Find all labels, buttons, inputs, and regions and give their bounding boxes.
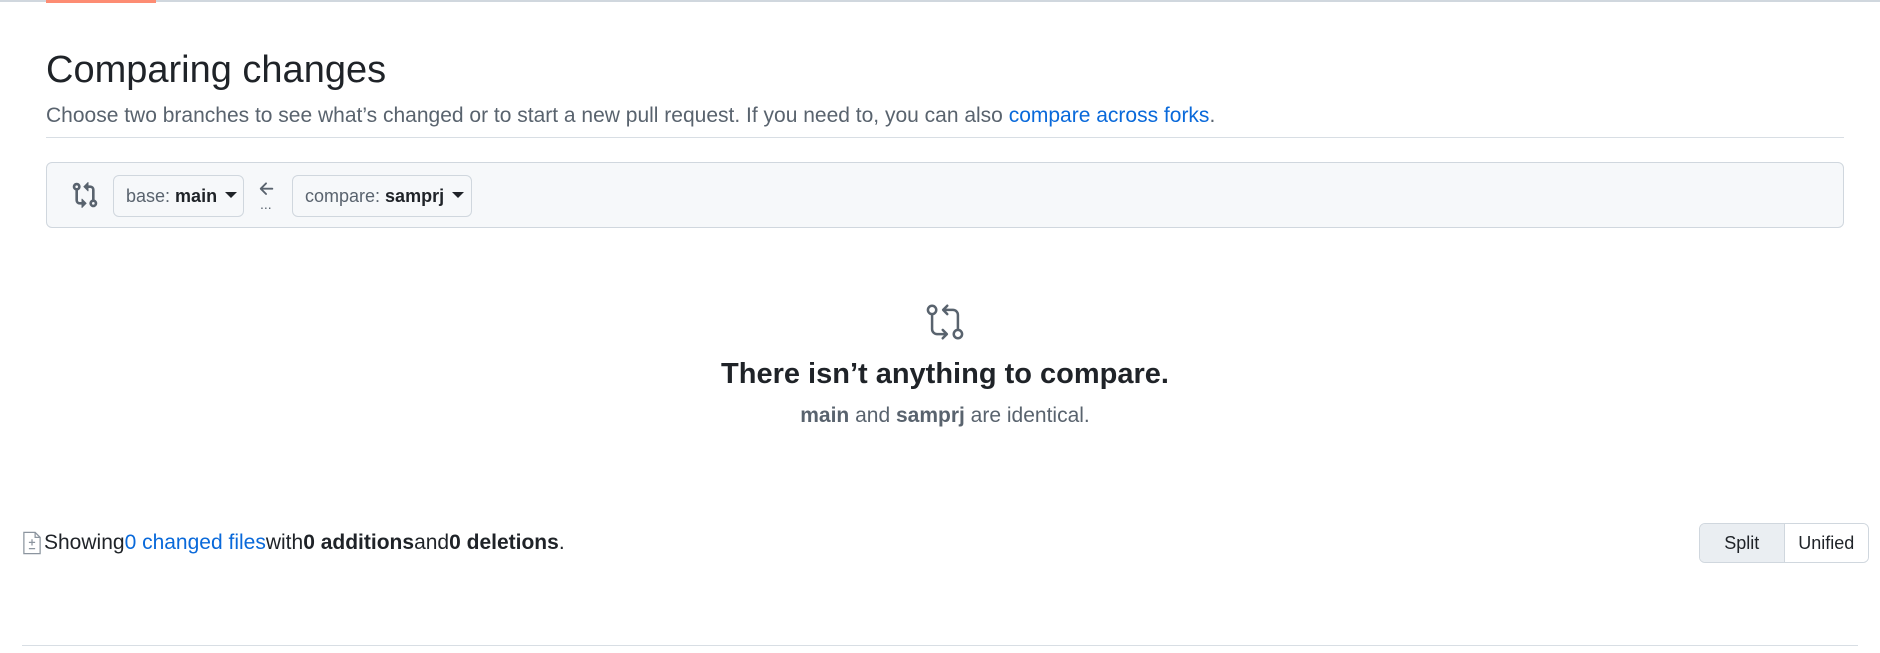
caret-down-icon [452, 192, 465, 198]
description-text: Choose two branches to see what’s change… [46, 104, 1009, 127]
additions-count: 0 additions [303, 531, 415, 554]
base-prefix: base: [126, 185, 171, 206]
diff-view-toggle: Split Unified [1699, 523, 1869, 563]
compare-page: Comparing changes Choose two branches to… [0, 0, 1880, 653]
with-text: with [265, 531, 304, 554]
blankslate-tail: are identical. [964, 404, 1090, 427]
caret-down-icon [225, 192, 238, 198]
summary-end: . [558, 531, 565, 554]
top-border [0, 0, 1880, 2]
split-view-button[interactable]: Split [1700, 524, 1785, 562]
blankslate: There isn’t anything to compare. main an… [46, 290, 1844, 430]
base-branch-select[interactable]: base: main [113, 175, 244, 217]
and-text: and [414, 531, 450, 554]
blankslate-title: There isn’t anything to compare. [721, 358, 1169, 390]
compare-prefix: compare: [305, 185, 381, 206]
showing-text: Showing [44, 531, 125, 554]
active-tab-underline [46, 0, 156, 3]
range-dots: ... [260, 196, 272, 212]
deletions-count: 0 deletions [449, 531, 559, 554]
unified-view-button[interactable]: Unified [1784, 524, 1868, 562]
git-compare-icon [72, 182, 98, 208]
blankslate-base-branch: main [800, 404, 850, 427]
page-description: Choose two branches to see what’s change… [46, 102, 1844, 130]
blankslate-subtitle: main and samprj are identical. [46, 402, 1844, 430]
range-arrow: ... [255, 179, 279, 215]
git-compare-icon [926, 304, 964, 340]
compare-branch-select[interactable]: compare: samprj [292, 175, 472, 217]
changed-files-link[interactable]: 0 changed files [125, 531, 266, 555]
header-divider [46, 137, 1844, 138]
blankslate-and: and [849, 404, 896, 427]
compare-header: Comparing changes Choose two branches to… [46, 46, 1844, 130]
description-end: . [1209, 104, 1216, 127]
page-title: Comparing changes [46, 49, 387, 91]
compare-across-forks-link[interactable]: compare across forks [1009, 104, 1210, 127]
base-branch-name: main [175, 185, 218, 206]
blankslate-compare-branch: samprj [895, 404, 965, 427]
bottom-divider [22, 645, 1858, 646]
compare-branch-name: samprj [385, 185, 445, 206]
file-diff-icon [23, 531, 41, 555]
diff-summary: Showing 0 changed files with 0 additions… [22, 526, 565, 560]
range-editor: base: main ... compare: samprj [46, 162, 1844, 228]
